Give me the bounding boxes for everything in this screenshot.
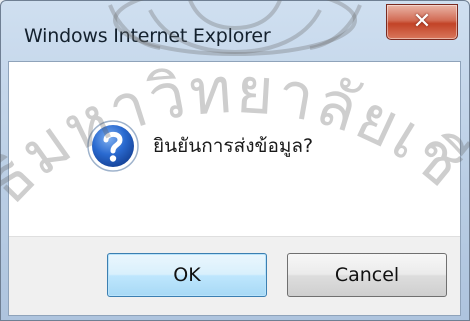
button-area: OK Cancel: [9, 236, 460, 315]
message-row: ยินยันการส่งข้อมูล?: [85, 116, 313, 176]
title-bar[interactable]: Windows Internet Explorer ✕: [1, 1, 469, 61]
ok-button[interactable]: OK: [107, 253, 267, 297]
question-icon: [87, 120, 139, 172]
close-button[interactable]: ✕: [386, 4, 458, 40]
message-text: ยินยันการส่งข้อมูล?: [153, 135, 314, 157]
dialog-window: Windows Internet Explorer ✕ ยินยันการส่ง…: [0, 0, 470, 321]
cancel-button[interactable]: Cancel: [287, 253, 447, 297]
window-title: Windows Internet Explorer: [24, 25, 271, 47]
close-icon: ✕: [412, 9, 432, 34]
dialog-body: ยินยันการส่งข้อมูล? OK Cancel: [8, 61, 461, 316]
